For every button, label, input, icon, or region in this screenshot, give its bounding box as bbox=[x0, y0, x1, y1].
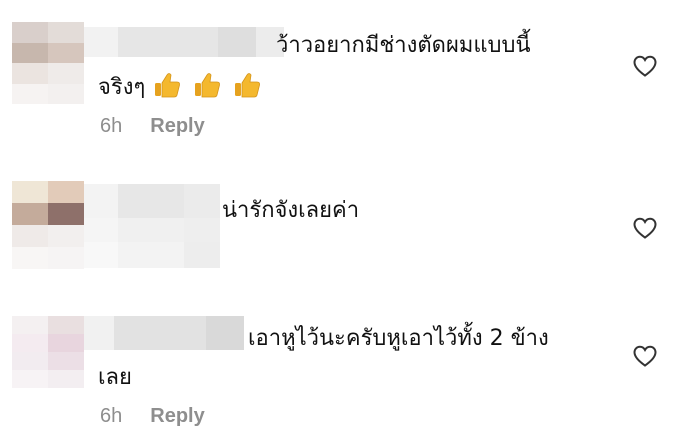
avatar[interactable] bbox=[12, 316, 84, 388]
comment-text-continued: จริงๆ bbox=[98, 70, 265, 110]
heart-outline-icon[interactable] bbox=[632, 54, 658, 78]
comment-text: น่ารักจังเลยค่า bbox=[222, 198, 360, 223]
comment-time: 6h bbox=[100, 115, 123, 137]
comment-text: เอาหูไว้นะครับหูเอาไว้ทั้ง 2 ข้าง bbox=[248, 326, 549, 351]
reply-button[interactable]: Reply bbox=[150, 405, 204, 428]
heart-outline-icon[interactable] bbox=[632, 344, 658, 368]
thumbs-up-icon bbox=[232, 70, 262, 110]
comment-text-line: จริงๆ bbox=[98, 75, 146, 100]
username-blurred[interactable] bbox=[84, 316, 244, 350]
comment-text: ว้าวอยากมีช่างตัดผมแบบนี้ bbox=[276, 33, 531, 58]
avatar[interactable] bbox=[12, 22, 84, 104]
username-blurred[interactable] bbox=[84, 27, 284, 57]
comment-text-continued: เลย bbox=[98, 365, 132, 390]
reply-button[interactable]: Reply bbox=[150, 115, 204, 138]
username-blurred[interactable] bbox=[84, 184, 220, 268]
thumbs-up-icon bbox=[152, 70, 182, 110]
comment-meta: 6h Reply bbox=[100, 405, 205, 428]
heart-outline-icon[interactable] bbox=[632, 216, 658, 240]
thumbs-up-icon bbox=[192, 70, 222, 110]
comment-meta: 6h Reply bbox=[100, 115, 205, 138]
avatar[interactable] bbox=[12, 181, 84, 269]
comment-time: 6h bbox=[100, 405, 123, 427]
